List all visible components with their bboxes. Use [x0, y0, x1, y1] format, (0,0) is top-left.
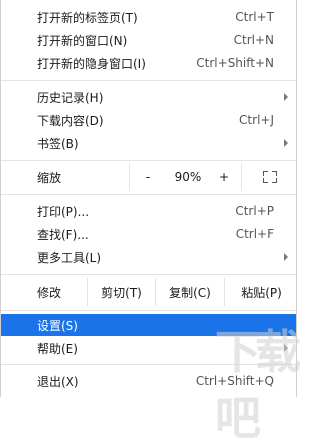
- menu-divider: [1, 274, 296, 275]
- menu-label: 更多工具(L): [37, 250, 102, 265]
- menu-shortcut: Ctrl+J: [239, 113, 274, 127]
- menu-item-downloads[interactable]: 下载内容(D) Ctrl+J: [1, 109, 296, 131]
- menu-shortcut: Ctrl+T: [235, 10, 274, 24]
- menu-item-new-tab[interactable]: 打开新的标签页(T) Ctrl+T: [1, 6, 296, 28]
- menu-label: 设置(S): [37, 318, 78, 333]
- menu-divider: [1, 80, 296, 81]
- watermark-logo: 下载吧: [215, 325, 301, 445]
- menu-label: 查找(F)...: [37, 227, 89, 242]
- copy-button[interactable]: 复制(C): [156, 278, 224, 306]
- menu-item-print[interactable]: 打印(P)... Ctrl+P: [1, 200, 296, 222]
- fullscreen-icon: [263, 171, 277, 183]
- menu-label: 打开新的标签页(T): [37, 10, 138, 25]
- submenu-arrow-icon: [284, 139, 288, 147]
- menu-item-history[interactable]: 历史记录(H): [1, 86, 296, 108]
- zoom-label: 缩放: [37, 170, 62, 185]
- edit-row: 修改 剪切(T) 复制(C) 粘贴(P): [1, 278, 296, 306]
- menu-label: 历史记录(H): [37, 90, 104, 105]
- submenu-arrow-icon: [284, 93, 288, 101]
- menu-divider: [1, 160, 296, 161]
- menu-label: 打开新的窗口(N): [37, 33, 128, 48]
- menu-item-more-tools[interactable]: 更多工具(L): [1, 246, 296, 268]
- edit-label: 修改: [37, 285, 62, 300]
- menu-item-bookmarks[interactable]: 书签(B): [1, 132, 296, 154]
- menu-item-new-incognito[interactable]: 打开新的隐身窗口(I) Ctrl+Shift+N: [1, 52, 296, 74]
- menu-label: 帮助(E): [37, 341, 78, 356]
- menu-label: 打印(P)...: [37, 204, 90, 219]
- paste-button[interactable]: 粘贴(P): [225, 278, 298, 306]
- menu-item-find[interactable]: 查找(F)... Ctrl+F: [1, 223, 296, 245]
- zoom-out-button[interactable]: -: [130, 163, 166, 191]
- menu-label: 书签(B): [37, 136, 79, 151]
- submenu-arrow-icon: [284, 253, 288, 261]
- menu-divider: [1, 194, 296, 195]
- menu-label: 下载内容(D): [37, 113, 104, 128]
- menu-shortcut: Ctrl+N: [233, 33, 274, 47]
- menu-label: 打开新的隐身窗口(I): [37, 56, 146, 71]
- menu-shortcut: Ctrl+P: [235, 204, 274, 218]
- zoom-row: 缩放 - 90% +: [1, 163, 296, 191]
- menu-divider: [1, 310, 296, 311]
- menu-item-new-window[interactable]: 打开新的窗口(N) Ctrl+N: [1, 29, 296, 51]
- menu-shortcut: Ctrl+F: [235, 227, 274, 241]
- cut-button[interactable]: 剪切(T): [88, 278, 155, 306]
- fullscreen-button[interactable]: [242, 163, 298, 191]
- zoom-in-button[interactable]: +: [210, 163, 238, 191]
- menu-label: 退出(X): [37, 374, 79, 389]
- zoom-level: 90%: [174, 170, 202, 184]
- menu-shortcut: Ctrl+Shift+N: [196, 56, 274, 70]
